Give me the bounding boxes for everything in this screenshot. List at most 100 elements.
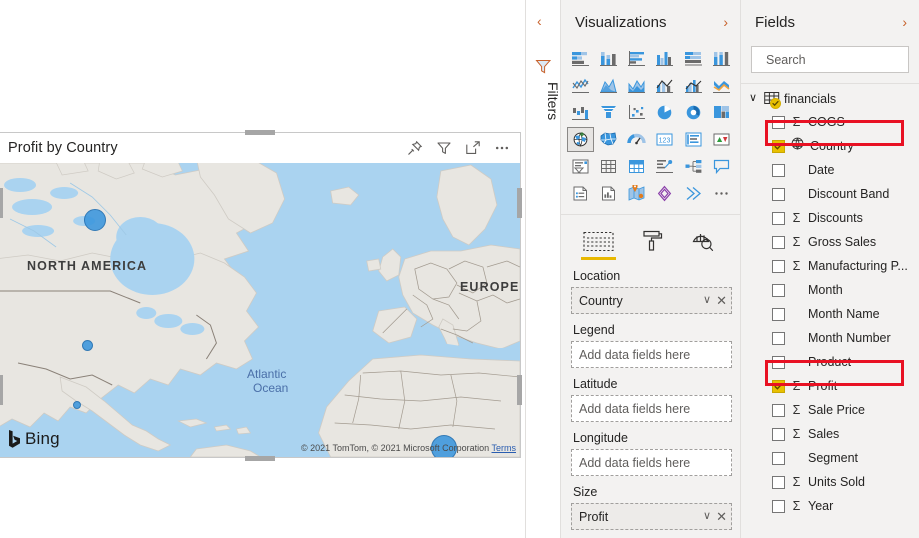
field-checkbox[interactable] xyxy=(772,115,785,129)
field-row-date[interactable]: Date xyxy=(741,158,919,182)
viz-icon-clustered-bar-chart[interactable] xyxy=(623,46,650,71)
focus-mode-icon[interactable] xyxy=(465,140,481,156)
well-size[interactable]: Profit ∨ ✕ xyxy=(571,503,732,530)
viz-icon-card[interactable]: 123 xyxy=(651,127,678,152)
field-row-product[interactable]: Product xyxy=(741,350,919,374)
viz-icon-table[interactable] xyxy=(595,154,622,179)
viz-icon-slicer[interactable] xyxy=(567,154,594,179)
chevron-down-icon[interactable]: ∨ xyxy=(703,511,711,522)
field-checkbox[interactable] xyxy=(772,427,785,441)
viz-icon-q-and-a[interactable] xyxy=(708,154,735,179)
viz-icon-treemap[interactable] xyxy=(708,100,735,125)
map-bubble-canada[interactable] xyxy=(84,209,106,231)
viz-icon-100-stacked-column-chart[interactable] xyxy=(708,46,735,71)
field-checkbox[interactable] xyxy=(772,139,785,153)
remove-field-icon[interactable]: ✕ xyxy=(716,294,727,307)
field-row-manufacturing-price[interactable]: Σ Manufacturing P... xyxy=(741,254,919,278)
field-row-month-number[interactable]: Month Number xyxy=(741,326,919,350)
viz-icon-power-automate[interactable] xyxy=(680,181,707,206)
viz-icon-map[interactable] xyxy=(567,127,594,152)
viz-icon-multi-row-card[interactable] xyxy=(680,127,707,152)
map-visual[interactable]: Profit by Country NORTH AMERICA EUROPE A… xyxy=(0,132,521,458)
fields-tab[interactable] xyxy=(581,231,616,260)
field-row-cogs[interactable]: Σ COGS xyxy=(741,110,919,134)
field-checkbox[interactable] xyxy=(772,475,785,489)
field-checkbox[interactable] xyxy=(772,235,785,249)
viz-icon-waterfall-chart[interactable] xyxy=(567,100,594,125)
resize-handle-left-bottom[interactable] xyxy=(0,375,3,405)
viz-icon-pie-chart[interactable] xyxy=(651,100,678,125)
field-row-month[interactable]: Month xyxy=(741,278,919,302)
resize-handle-bottom[interactable] xyxy=(245,456,275,461)
viz-icon-line-and-clustered-column-chart[interactable] xyxy=(680,73,707,98)
field-row-sale-price[interactable]: Σ Sale Price xyxy=(741,398,919,422)
map-terms-link[interactable]: Terms xyxy=(492,443,517,453)
bing-map[interactable]: NORTH AMERICA EUROPE Atlantic Ocean Bing… xyxy=(0,163,520,457)
field-row-sales[interactable]: Σ Sales xyxy=(741,422,919,446)
field-checkbox[interactable] xyxy=(772,403,785,417)
pin-icon[interactable] xyxy=(407,140,423,156)
field-checkbox[interactable] xyxy=(772,259,785,273)
chevron-down-icon[interactable]: ∨ xyxy=(703,295,711,306)
viz-icon-stacked-area-chart[interactable] xyxy=(623,73,650,98)
search-input[interactable] xyxy=(766,52,919,67)
viz-icon-100-stacked-bar-chart[interactable] xyxy=(680,46,707,71)
field-row-units-sold[interactable]: Σ Units Sold xyxy=(741,470,919,494)
viz-icon-filled-map[interactable] xyxy=(595,127,622,152)
well-latitude[interactable]: Add data fields here xyxy=(571,395,732,422)
viz-icon-clustered-column-chart[interactable] xyxy=(651,46,678,71)
format-tab[interactable] xyxy=(640,229,664,260)
search-box[interactable] xyxy=(751,46,919,73)
field-row-year[interactable]: Σ Year xyxy=(741,494,919,518)
field-checkbox[interactable] xyxy=(772,187,785,201)
viz-icon-paginated-report[interactable] xyxy=(567,181,594,206)
resize-handle-right-bottom[interactable] xyxy=(517,375,522,405)
viz-icon-r-script-visual[interactable] xyxy=(651,154,678,179)
field-row-gross-sales[interactable]: Σ Gross Sales xyxy=(741,230,919,254)
viz-icon-decomposition-tree[interactable] xyxy=(680,154,707,179)
chevron-right-icon[interactable]: › xyxy=(723,15,728,29)
viz-icon-more-visuals[interactable] xyxy=(708,181,735,206)
well-location[interactable]: Country ∨ ✕ xyxy=(571,287,732,314)
viz-icon-area-chart[interactable] xyxy=(595,73,622,98)
viz-icon-line-chart[interactable] xyxy=(567,73,594,98)
report-canvas[interactable]: Profit by Country NORTH AMERICA EUROPE A… xyxy=(0,0,525,538)
viz-icon-line-and-stacked-column-chart[interactable] xyxy=(651,73,678,98)
viz-icon-stacked-column-chart[interactable] xyxy=(595,46,622,71)
filter-icon[interactable] xyxy=(436,140,452,156)
viz-icon-matrix[interactable] xyxy=(623,154,650,179)
resize-handle-top[interactable] xyxy=(245,130,275,135)
remove-field-icon[interactable]: ✕ xyxy=(716,510,727,523)
viz-icon-funnel-chart[interactable] xyxy=(595,100,622,125)
field-row-country[interactable]: Country xyxy=(741,134,919,158)
resize-handle-left-top[interactable] xyxy=(0,188,3,218)
field-row-discount-band[interactable]: Discount Band xyxy=(741,182,919,206)
more-options-icon[interactable] xyxy=(494,140,510,156)
field-checkbox[interactable] xyxy=(772,211,785,225)
analytics-tab[interactable] xyxy=(690,229,714,260)
chevron-right-icon[interactable]: › xyxy=(902,15,907,29)
viz-icon-arcgis-maps[interactable] xyxy=(623,181,650,206)
well-longitude[interactable]: Add data fields here xyxy=(571,449,732,476)
field-checkbox[interactable] xyxy=(772,163,785,177)
field-checkbox[interactable] xyxy=(772,355,785,369)
map-bubble-mexico[interactable] xyxy=(73,401,81,409)
resize-handle-right-top[interactable] xyxy=(517,188,522,218)
field-checkbox[interactable] xyxy=(772,331,785,345)
viz-icon-stacked-bar-chart[interactable] xyxy=(567,46,594,71)
chevron-down-icon[interactable]: ∨ xyxy=(749,93,761,104)
viz-icon-power-apps[interactable] xyxy=(651,181,678,206)
chevron-left-icon[interactable]: ‹ xyxy=(537,14,542,28)
viz-icon-kpi[interactable] xyxy=(708,127,735,152)
well-legend[interactable]: Add data fields here xyxy=(571,341,732,368)
viz-icon-donut-chart[interactable] xyxy=(680,100,707,125)
filters-pane-collapsed[interactable]: ‹ Filters xyxy=(525,0,561,538)
field-checkbox[interactable] xyxy=(772,307,785,321)
field-row-segment[interactable]: Segment xyxy=(741,446,919,470)
field-checkbox[interactable] xyxy=(772,451,785,465)
field-row-discounts[interactable]: Σ Discounts xyxy=(741,206,919,230)
field-checkbox[interactable] xyxy=(772,499,785,513)
field-row-profit[interactable]: Σ Profit xyxy=(741,374,919,398)
field-checkbox[interactable] xyxy=(772,283,785,297)
field-checkbox[interactable] xyxy=(772,379,785,393)
